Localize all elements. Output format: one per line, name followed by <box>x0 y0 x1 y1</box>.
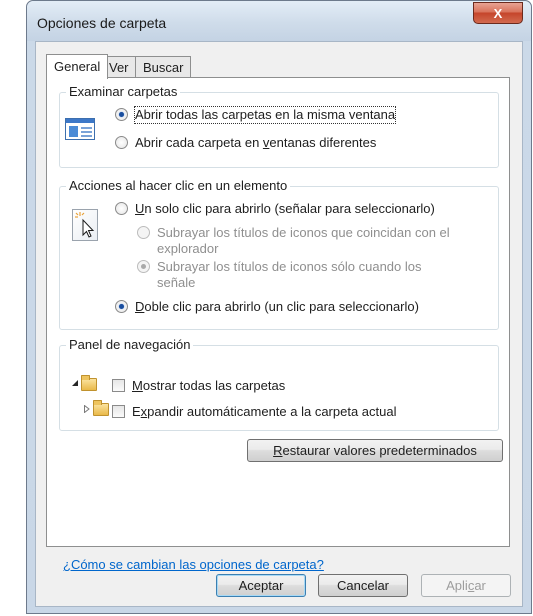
radio-same-window-label: Abrir todas las carpetas en la misma ven… <box>133 106 397 124</box>
ok-button-label: Aceptar <box>238 578 284 593</box>
browse-folders-group: Examinar carpetas Abrir todas las carpet… <box>59 84 499 168</box>
radio-single-click-indicator[interactable] <box>115 202 128 215</box>
cancel-button[interactable]: Cancelar <box>318 574 408 597</box>
window-title: Opciones de carpeta <box>37 15 167 31</box>
click-actions-group: Acciones al hacer clic en un elemento Un… <box>59 178 499 330</box>
radio-new-window-label: Abrir cada carpeta en ventanas diferente… <box>135 135 377 150</box>
nav-pane-group: Panel de navegación Mostrar todas las ca… <box>59 337 499 431</box>
radio-underline-hover[interactable]: Subrayar los títulos de iconos sólo cuan… <box>137 259 437 291</box>
tab-buscar-label: Buscar <box>143 60 184 75</box>
radio-single-click-label: Un solo clic para abrirlo (señalar para … <box>135 201 435 216</box>
checkbox-auto-expand[interactable]: Expandir automáticamente a la carpeta ac… <box>112 404 397 420</box>
ok-button[interactable]: Aceptar <box>216 574 306 597</box>
restore-defaults-button[interactable]: Restaurar valores predeterminados <box>247 439 503 462</box>
radio-same-window[interactable]: Abrir todas las carpetas en la misma ven… <box>115 106 397 124</box>
checkbox-auto-expand-label: Expandir automáticamente a la carpeta ac… <box>132 404 397 419</box>
apply-button-label: Aplicar <box>446 578 486 593</box>
tab-ver-label: Ver <box>109 60 129 75</box>
tab-buscar[interactable]: Buscar <box>135 56 192 77</box>
collapsed-arrow-icon <box>84 405 90 413</box>
expanded-arrow-icon <box>72 380 78 386</box>
radio-underline-hover-label: Subrayar los títulos de iconos sólo cuan… <box>157 259 422 290</box>
browse-folders-group-label: Examinar carpetas <box>66 84 181 99</box>
close-button[interactable]: X <box>473 2 523 24</box>
tab-general-label: General <box>54 59 101 74</box>
restore-defaults-button-label: Restaurar valores predeterminados <box>273 443 477 458</box>
radio-underline-hover-indicator[interactable] <box>137 260 150 273</box>
folder-icon <box>81 375 97 391</box>
radio-same-window-indicator[interactable] <box>115 108 128 121</box>
checkbox-auto-expand-box[interactable] <box>112 405 125 418</box>
radio-single-click[interactable]: Un solo clic para abrirlo (señalar para … <box>115 201 435 217</box>
radio-double-click-label: Doble clic para abrirlo (un clic para se… <box>135 299 419 314</box>
radio-underline-consistent-indicator[interactable] <box>137 226 150 239</box>
folder-options-help-link[interactable]: ¿Cómo se cambian las opciones de carpeta… <box>63 557 324 572</box>
subfolder-icon <box>93 400 109 416</box>
radio-new-window[interactable]: Abrir cada carpeta en ventanas diferente… <box>115 135 376 151</box>
checkbox-show-all-folders[interactable]: Mostrar todas las carpetas <box>112 378 285 394</box>
general-tab-panel: Examinar carpetas Abrir todas las carpet… <box>46 77 510 572</box>
checkbox-show-all-folders-box[interactable] <box>112 379 125 392</box>
tab-general[interactable]: General <box>46 54 109 79</box>
radio-double-click[interactable]: Doble clic para abrirlo (un clic para se… <box>115 299 419 315</box>
checkbox-show-all-folders-label: Mostrar todas las carpetas <box>132 378 286 393</box>
apply-button[interactable]: Aplicar <box>421 574 511 597</box>
nav-pane-group-label: Panel de navegación <box>66 337 194 352</box>
radio-underline-consistent-label: Subrayar los títulos de iconos que coinc… <box>157 225 450 256</box>
click-cursor-icon <box>72 209 98 241</box>
radio-underline-consistent[interactable]: Subrayar los títulos de iconos que coinc… <box>137 225 477 257</box>
radio-new-window-indicator[interactable] <box>115 136 128 149</box>
folder-options-window: Opciones de carpeta X General Ver Buscar… <box>26 0 532 614</box>
click-actions-group-label: Acciones al hacer clic en un elemento <box>66 178 291 193</box>
title-bar[interactable]: Opciones de carpeta X <box>27 1 531 41</box>
dialog-client-area: General Ver Buscar Examinar carpetas Abr… <box>35 41 523 607</box>
close-icon: X <box>493 5 503 21</box>
radio-double-click-indicator[interactable] <box>115 300 128 313</box>
window-preview-icon <box>65 118 95 140</box>
cancel-button-label: Cancelar <box>336 578 390 593</box>
